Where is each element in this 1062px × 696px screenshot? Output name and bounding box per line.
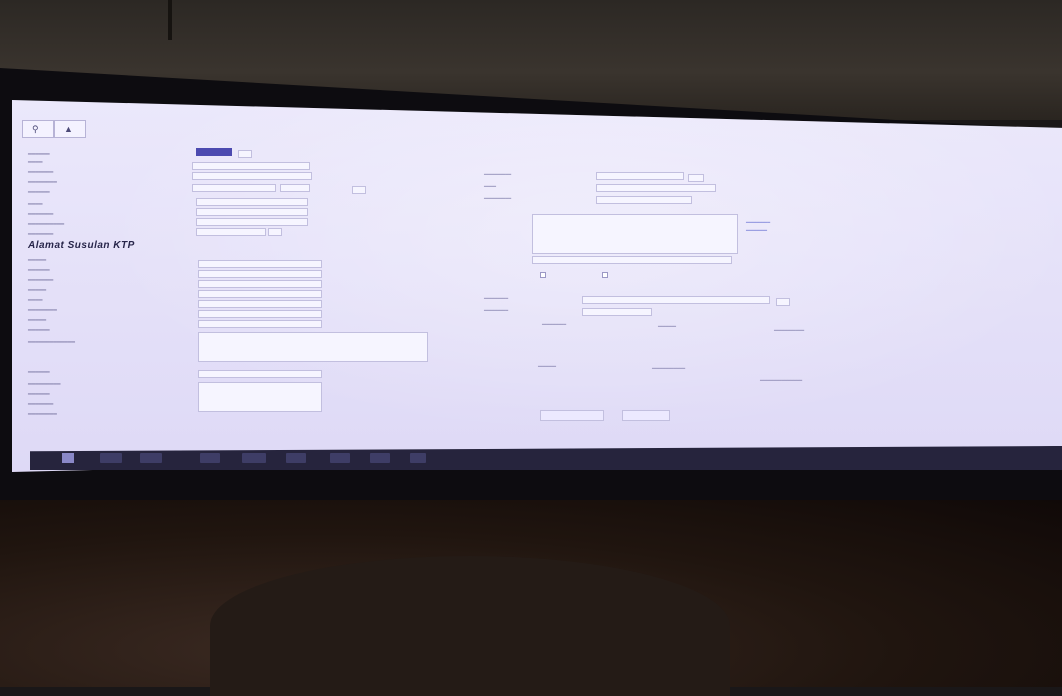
text-input[interactable] — [198, 370, 322, 378]
taskbar-item[interactable] — [140, 453, 162, 463]
form-label: ━━━━━━ — [538, 364, 557, 370]
form-label: ━━━━━━━━ — [28, 180, 57, 186]
address-textarea[interactable] — [198, 332, 428, 362]
selected-input[interactable] — [196, 148, 232, 156]
text-input[interactable] — [192, 162, 310, 170]
taskbar-item[interactable] — [100, 453, 122, 463]
text-input[interactable] — [198, 260, 322, 268]
text-area[interactable] — [198, 382, 322, 412]
form-label: ━━━━━━━ — [28, 232, 54, 238]
form-label: ━━━━━━━ — [28, 170, 54, 176]
photo-box[interactable] — [532, 214, 738, 254]
form-label: ━━━━━━ — [28, 190, 50, 196]
taskbar-item[interactable] — [370, 453, 390, 463]
checkbox[interactable] — [602, 272, 608, 278]
form-label: ━━━━━━ — [28, 370, 50, 376]
form-label: ━━━━ — [28, 202, 43, 208]
taskbar-item[interactable] — [200, 453, 220, 463]
text-input[interactable] — [192, 172, 312, 180]
info-text: ━━━━━━━━ — [746, 220, 771, 226]
checkbox[interactable] — [540, 272, 546, 278]
taskbar-item[interactable] — [330, 453, 350, 463]
form-label: ━━━━━━━━━━━━━ — [28, 340, 75, 346]
text-input[interactable] — [582, 308, 652, 316]
form-label: ━━━━━━ — [28, 268, 50, 274]
form-label: ━━━━━━━━━ — [28, 382, 61, 388]
form-label: ━━━━━ — [28, 258, 47, 264]
form-label: ━━━━━━ — [28, 328, 50, 334]
text-input[interactable] — [198, 300, 322, 308]
date-input[interactable] — [280, 184, 310, 192]
form-label: ━━━━━━━━ — [28, 412, 57, 418]
section-heading-alamat: Alamat Susulan KTP — [28, 240, 135, 251]
form-label: ━━━━━━━ — [28, 278, 54, 284]
taskbar-item[interactable] — [242, 453, 266, 463]
select-input[interactable] — [532, 256, 732, 264]
secondary-button[interactable] — [622, 410, 670, 421]
dropdown-toggle[interactable] — [776, 298, 790, 306]
text-input[interactable] — [198, 290, 322, 298]
form-label: ━━━━━━━ — [28, 402, 54, 408]
text-input[interactable] — [198, 310, 322, 318]
text-input[interactable] — [198, 280, 322, 288]
form-label: ━━━━━ — [28, 318, 47, 324]
form-label: ━━━━ — [28, 298, 43, 304]
form-label: ━━━━━━ — [28, 392, 50, 398]
form-label: ━━━━━━━━━━━━━━ — [760, 378, 803, 384]
info-text: ━━━━━━━ — [746, 228, 768, 234]
form-label: ━━━━━━━━ — [28, 308, 57, 314]
text-input[interactable] — [196, 198, 308, 206]
tab-images[interactable]: ▲ — [54, 120, 86, 138]
taskbar-item[interactable] — [286, 453, 306, 463]
dropdown-toggle[interactable] — [352, 186, 366, 194]
form-label: ━━━━━━━━━━ — [28, 222, 65, 228]
text-input[interactable] — [196, 218, 308, 226]
text-input[interactable] — [196, 208, 308, 216]
form-label: ━━━━━━ — [28, 152, 50, 158]
screen-glare — [12, 100, 1062, 472]
form-label: ━━━━━━━━ — [484, 308, 509, 314]
dropdown-toggle[interactable] — [268, 228, 282, 236]
mountain-icon: ▲ — [64, 124, 73, 134]
text-input[interactable] — [596, 172, 684, 180]
primary-button[interactable] — [540, 410, 604, 421]
form-label: ━━━━━━━━ — [542, 322, 567, 328]
form-label: ━━━━━━ — [658, 324, 677, 330]
text-input[interactable] — [196, 228, 266, 236]
text-input[interactable] — [596, 196, 692, 204]
text-input[interactable] — [198, 320, 322, 328]
dropdown-toggle[interactable] — [688, 174, 704, 182]
tab-search[interactable]: ⚲ — [22, 120, 54, 138]
text-input[interactable] — [198, 270, 322, 278]
dropdown-toggle[interactable] — [238, 150, 252, 158]
monitor-screen: ⚲ ▲ ━━━━━━ ━━━━ ━━━━━━━ ━━━━━━━━ ━━━━━━ … — [12, 100, 1062, 472]
form-label: ━━━━━━━ — [28, 212, 54, 218]
cable — [168, 0, 172, 40]
taskbar-item[interactable] — [410, 453, 426, 463]
blurred-foreground — [210, 556, 730, 696]
windows-icon[interactable] — [62, 453, 74, 463]
text-input[interactable] — [596, 184, 716, 192]
form-label: ━━━━━ — [28, 288, 47, 294]
search-icon: ⚲ — [32, 124, 39, 134]
form-label: ━━━━━━━━ — [484, 296, 509, 302]
form-label: ━━━━ — [484, 184, 497, 190]
text-input[interactable] — [582, 296, 770, 304]
form-label: ━━━━━━━━━ — [484, 172, 512, 178]
form-label: ━━━━━━━━━━━ — [652, 366, 686, 372]
form-label: ━━━━━━━━━━ — [774, 328, 805, 334]
date-input[interactable] — [192, 184, 276, 192]
form-label: ━━━━ — [28, 160, 43, 166]
form-label: ━━━━━━━━━ — [484, 196, 512, 202]
